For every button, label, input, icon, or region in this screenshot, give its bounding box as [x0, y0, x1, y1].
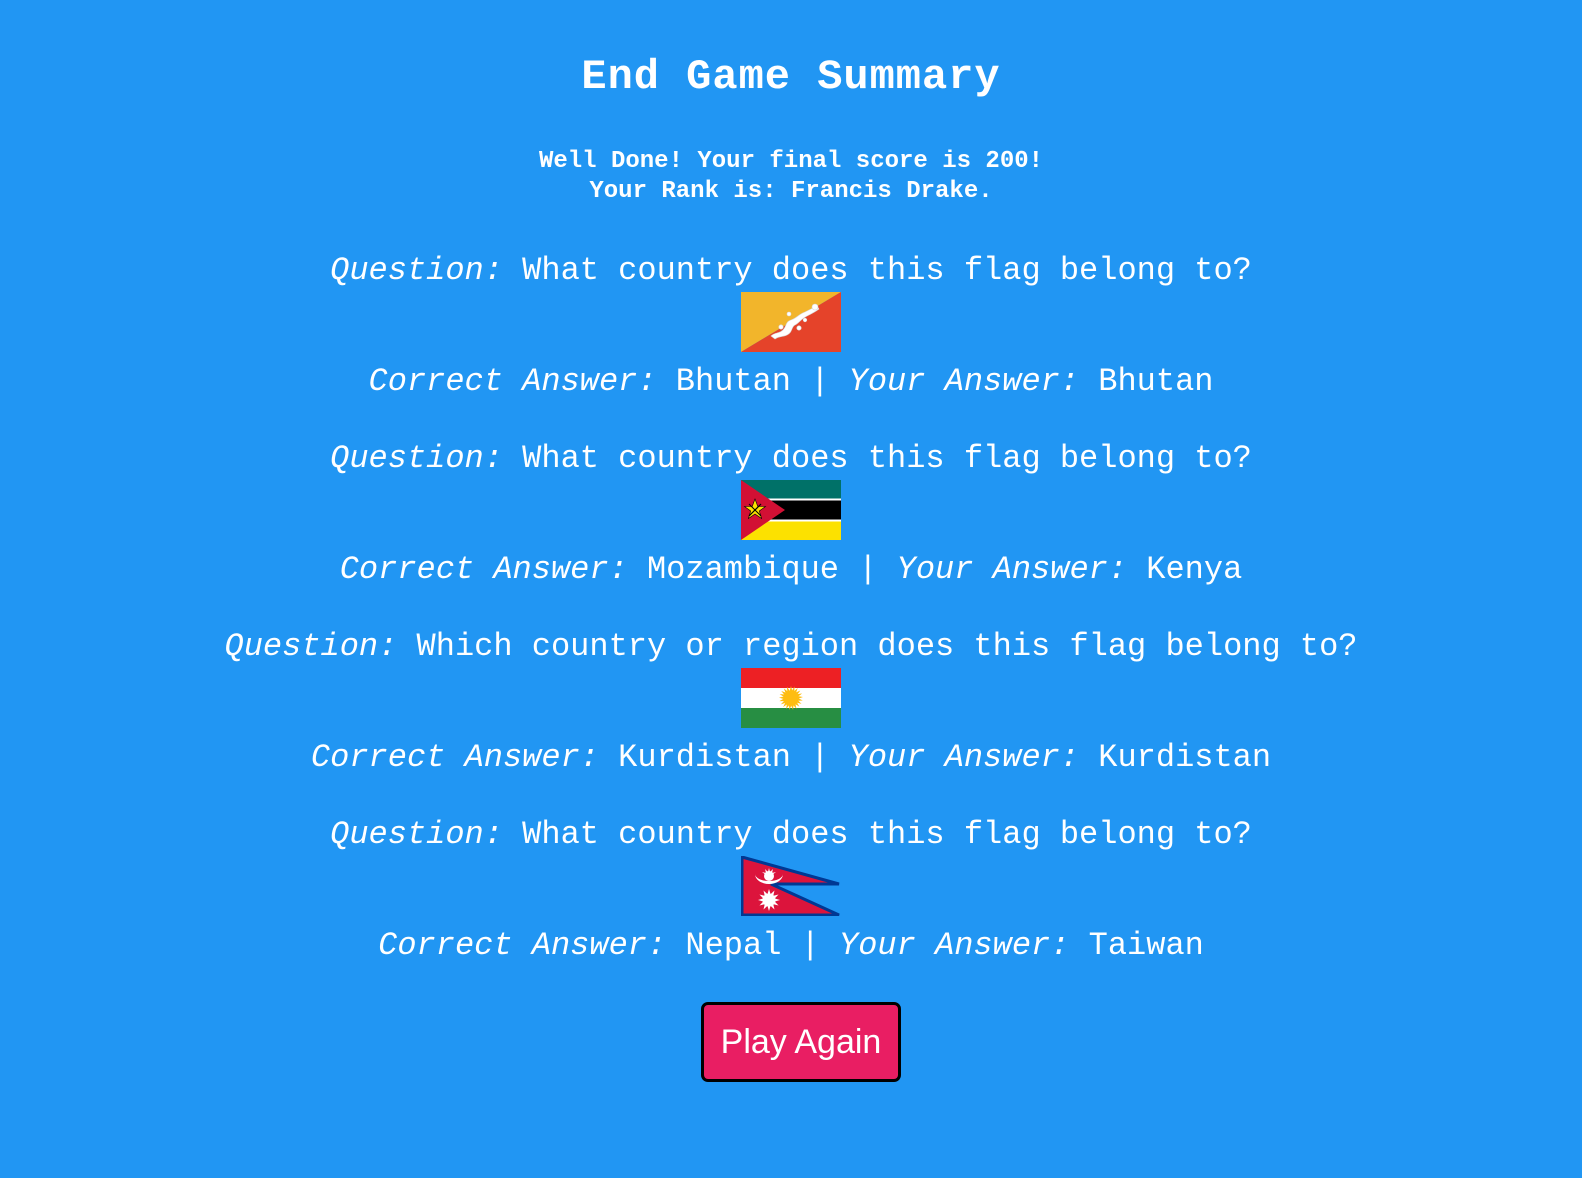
correct-answer-label: Correct Answer:	[339, 551, 628, 588]
question-text: What country does this flag belong to?	[522, 252, 1252, 289]
question-text: What country does this flag belong to?	[522, 816, 1252, 853]
answer-line: Correct Answer: Mozambique | Your Answer…	[0, 550, 1582, 590]
play-again-button[interactable]: Play Again	[701, 1002, 901, 1082]
your-answer-value: Taiwan	[1088, 927, 1204, 964]
bhutan-flag-icon	[741, 292, 841, 352]
kurdistan-flag-icon	[741, 668, 841, 728]
question-line: Question: What country does this flag be…	[0, 439, 1582, 479]
your-answer-label: Your Answer:	[896, 551, 1128, 588]
your-answer-value: Kenya	[1146, 551, 1243, 588]
correct-answer-value: Nepal	[685, 927, 782, 964]
answer-separator: |	[810, 363, 830, 400]
your-answer-value: Kurdistan	[1098, 739, 1272, 776]
question-item: Question: What country does this flag be…	[0, 815, 1582, 966]
answer-separator: |	[858, 551, 878, 588]
your-answer-value: Bhutan	[1098, 363, 1214, 400]
question-label: Question:	[224, 628, 398, 665]
answer-line: Correct Answer: Nepal | Your Answer: Tai…	[0, 926, 1582, 966]
question-text: What country does this flag belong to?	[522, 440, 1252, 477]
answer-line: Correct Answer: Kurdistan | Your Answer:…	[0, 738, 1582, 778]
question-item: Question: What country does this flag be…	[0, 439, 1582, 590]
score-summary: Well Done! Your final score is 200! Your…	[0, 147, 1582, 207]
end-game-summary-page: End Game Summary Well Done! Your final s…	[0, 0, 1582, 1178]
question-line: Question: Which country or region does t…	[0, 627, 1582, 667]
final-score-text: Well Done! Your final score is 200!	[538, 148, 1044, 175]
correct-answer-value: Kurdistan	[618, 739, 791, 776]
page-title: End Game Summary	[581, 53, 1001, 101]
question-label: Question:	[330, 252, 503, 289]
question-label: Question:	[330, 816, 503, 853]
nepal-flag-icon	[741, 856, 840, 916]
mozambique-flag-icon	[741, 480, 841, 540]
your-answer-label: Your Answer:	[839, 927, 1070, 964]
your-answer-label: Your Answer:	[848, 363, 1080, 400]
answer-separator: |	[800, 927, 820, 964]
question-label: Question:	[330, 440, 503, 477]
question-item: Question: Which country or region does t…	[0, 627, 1582, 778]
rank-text: Your Rank is: Francis Drake.	[589, 178, 993, 205]
correct-answer-label: Correct Answer:	[368, 363, 657, 400]
answer-separator: |	[810, 739, 830, 776]
correct-answer-value: Bhutan	[675, 363, 791, 400]
question-text: Which country or region does this flag b…	[416, 628, 1358, 665]
your-answer-label: Your Answer:	[848, 739, 1080, 776]
question-line: Question: What country does this flag be…	[0, 251, 1582, 291]
question-line: Question: What country does this flag be…	[0, 815, 1582, 855]
answer-line: Correct Answer: Bhutan | Your Answer: Bh…	[0, 362, 1582, 402]
correct-answer-label: Correct Answer:	[378, 927, 667, 964]
correct-answer-label: Correct Answer:	[310, 739, 599, 776]
correct-answer-value: Mozambique	[646, 551, 839, 588]
question-item: Question: What country does this flag be…	[0, 251, 1582, 402]
